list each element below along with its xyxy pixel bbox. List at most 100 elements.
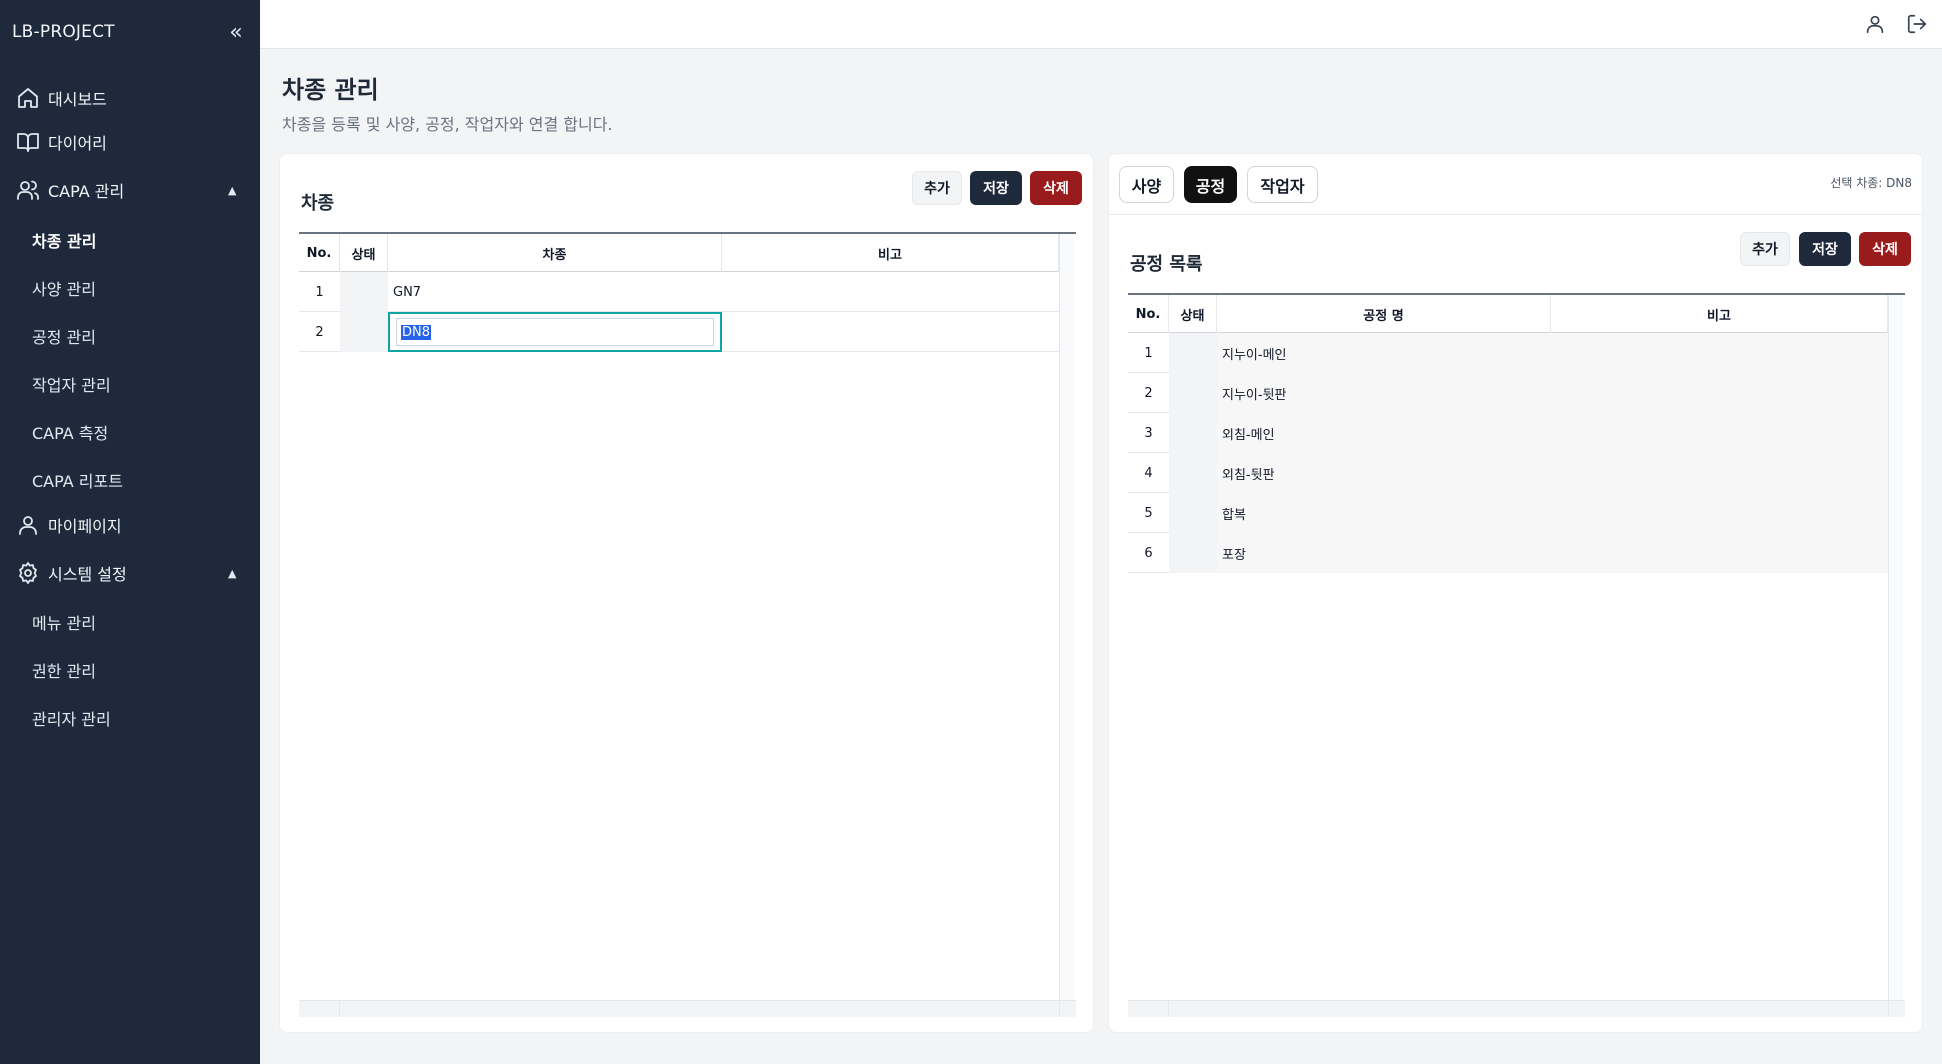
sidebar-item-label: 작업자 관리 [32, 376, 111, 395]
row-status [1169, 533, 1217, 573]
save-button[interactable]: 저장 [970, 171, 1022, 205]
column-header-note[interactable]: 비고 [722, 234, 1059, 272]
sidebar-item-diary[interactable]: 다이어리 [0, 122, 260, 162]
sidebar-item-worker-management[interactable]: 작업자 관리 [0, 364, 260, 404]
sidebar-item-dashboard[interactable]: 대시보드 [0, 78, 260, 118]
sidebar-item-spec-management[interactable]: 사양 관리 [0, 268, 260, 308]
sidebar-item-capa-measure[interactable]: CAPA 측정 [0, 412, 260, 452]
row-note[interactable] [1551, 413, 1888, 453]
user-icon[interactable] [1864, 13, 1886, 35]
tab-process[interactable]: 공정 [1184, 166, 1237, 203]
row-note[interactable] [1551, 533, 1888, 573]
table-row[interactable]: 1 GN7 [299, 272, 1059, 312]
row-process-name[interactable]: 합복 [1217, 493, 1551, 533]
row-process-name[interactable]: 외침-뒷판 [1217, 453, 1551, 493]
chevrons-left-icon[interactable]: « [226, 20, 246, 46]
grid-header: No. 상태 공정 명 비고 [1128, 295, 1888, 333]
row-no: 2 [315, 324, 324, 340]
table-row[interactable]: 2 DN8 [299, 312, 1059, 352]
row-status [1169, 453, 1217, 493]
logout-icon[interactable] [1906, 13, 1928, 35]
sidebar-item-label: 차종 관리 [32, 232, 97, 251]
sidebar-item-vehicle-management[interactable]: 차종 관리 [0, 220, 260, 260]
vertical-scrollbar[interactable] [1888, 295, 1903, 1000]
row-no: 1 [1144, 345, 1153, 361]
row-status [1169, 413, 1217, 453]
grid-header: No. 상태 차종 비고 [299, 234, 1059, 272]
row-note[interactable] [1551, 373, 1888, 413]
row-status [1169, 333, 1217, 373]
user-icon [16, 513, 40, 537]
vehicle-panel: 차종 추가 저장 삭제 No. 상태 차종 비고 1 GN7 2 DN8 [279, 153, 1094, 1033]
column-header-no[interactable]: No. [1128, 295, 1169, 333]
row-status [340, 312, 388, 352]
gear-icon [16, 561, 40, 585]
vehicle-name-input[interactable]: DN8 [396, 318, 714, 346]
column-header-note[interactable]: 비고 [1551, 295, 1888, 333]
add-button[interactable]: 추가 [1740, 232, 1790, 266]
delete-button[interactable]: 삭제 [1030, 171, 1082, 205]
column-header-status[interactable]: 상태 [340, 234, 388, 272]
sidebar-item-menu-management[interactable]: 메뉴 관리 [0, 602, 260, 642]
sidebar-item-admin-management[interactable]: 관리자 관리 [0, 698, 260, 738]
row-no: 4 [1144, 465, 1153, 481]
row-vehicle-name[interactable]: GN7 [388, 272, 722, 312]
row-note[interactable] [722, 272, 1059, 312]
sidebar-item-process-management[interactable]: 공정 관리 [0, 316, 260, 356]
column-header-vehicle[interactable]: 차종 [388, 234, 722, 272]
sidebar-item-capa[interactable]: CAPA 관리 ▲ [0, 170, 260, 210]
row-status [340, 272, 388, 312]
table-row[interactable]: 5 합복 [1128, 493, 1888, 533]
column-header-process-name[interactable]: 공정 명 [1217, 295, 1551, 333]
sidebar: LB-PROJECT « 대시보드 다이어리 CAPA 관리 ▲ 차종 관리 사… [0, 0, 260, 1064]
brand-logo[interactable]: LB-PROJECT [12, 22, 115, 42]
row-process-name[interactable]: 포장 [1217, 533, 1551, 573]
sidebar-item-label: 마이페이지 [48, 517, 122, 536]
row-status [1169, 493, 1217, 533]
scrollbar-corner [1888, 1001, 1905, 1017]
row-no: 6 [1144, 545, 1153, 561]
vehicle-name-editor[interactable]: DN8 [388, 312, 722, 352]
row-note[interactable] [722, 312, 1059, 352]
row-process-name[interactable]: 지누이-뒷판 [1217, 373, 1551, 413]
sidebar-item-label: 메뉴 관리 [32, 614, 96, 633]
table-row[interactable]: 6 포장 [1128, 533, 1888, 573]
home-icon [16, 86, 40, 110]
top-bar [260, 0, 1942, 49]
sidebar-item-mypage[interactable]: 마이페이지 [0, 505, 260, 545]
sidebar-item-capa-report[interactable]: CAPA 리포트 [0, 460, 260, 500]
scrollbar-segment [299, 1001, 340, 1017]
table-row[interactable]: 1 지누이-메인 [1128, 333, 1888, 373]
caret-up-icon: ▲ [228, 183, 237, 197]
sidebar-item-label: 사양 관리 [32, 280, 96, 299]
row-note[interactable] [1551, 453, 1888, 493]
column-header-status[interactable]: 상태 [1169, 295, 1217, 333]
scrollbar-corner [1059, 1001, 1076, 1017]
delete-button[interactable]: 삭제 [1859, 232, 1911, 266]
column-header-no[interactable]: No. [299, 234, 340, 272]
tab-spec[interactable]: 사양 [1119, 166, 1174, 203]
sidebar-item-system-settings[interactable]: 시스템 설정 ▲ [0, 553, 260, 593]
row-process-name[interactable]: 지누이-메인 [1217, 333, 1551, 373]
sidebar-item-label: 다이어리 [48, 134, 107, 153]
caret-up-icon: ▲ [228, 566, 237, 580]
selected-text: DN8 [401, 324, 432, 340]
table-row[interactable]: 2 지누이-뒷판 [1128, 373, 1888, 413]
detail-panel: 사양 공정 작업자 선택 차종: DN8 공정 목록 추가 저장 삭제 No. … [1108, 153, 1923, 1033]
horizontal-scrollbar[interactable] [299, 1000, 1076, 1017]
save-button[interactable]: 저장 [1799, 232, 1851, 266]
sidebar-item-label: 시스템 설정 [48, 565, 127, 584]
horizontal-scrollbar[interactable] [1128, 1000, 1905, 1017]
scrollbar-segment [1128, 1001, 1169, 1017]
vehicle-grid: No. 상태 차종 비고 1 GN7 2 DN8 [299, 232, 1076, 1017]
page-subtitle: 차종을 등록 및 사양, 공정, 작업자와 연결 합니다. [282, 115, 613, 134]
tab-worker[interactable]: 작업자 [1247, 166, 1318, 203]
row-note[interactable] [1551, 333, 1888, 373]
add-button[interactable]: 추가 [912, 171, 962, 205]
row-note[interactable] [1551, 493, 1888, 533]
sidebar-item-permission-management[interactable]: 권한 관리 [0, 650, 260, 690]
table-row[interactable]: 3 외침-메인 [1128, 413, 1888, 453]
vertical-scrollbar[interactable] [1059, 234, 1074, 1000]
row-process-name[interactable]: 외침-메인 [1217, 413, 1551, 453]
table-row[interactable]: 4 외침-뒷판 [1128, 453, 1888, 493]
